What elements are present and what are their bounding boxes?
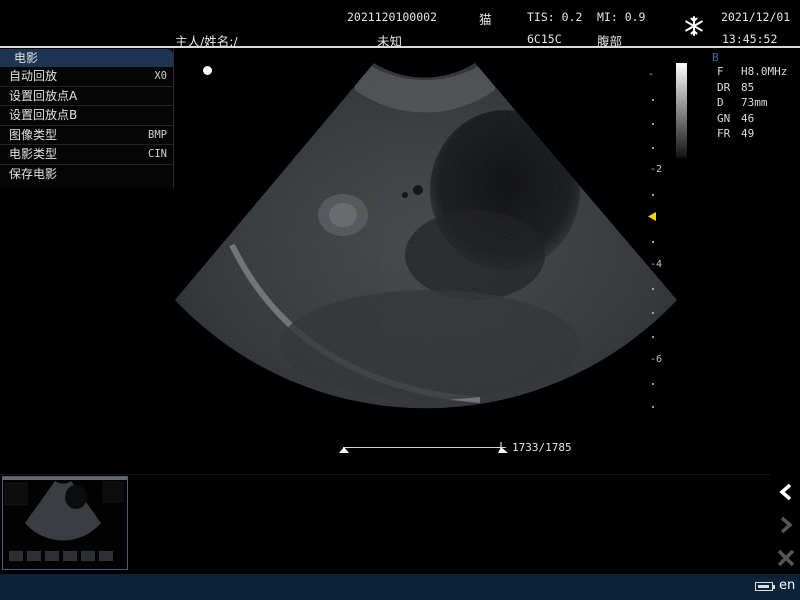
cine-thumbnail[interactable] <box>2 476 128 570</box>
depth-tick <box>652 194 654 196</box>
menu-item-set-point-b[interactable]: 设置回放点B <box>0 106 173 126</box>
tis-value: TIS: 0.2 <box>527 10 583 24</box>
imaging-params: B F H8.0MHz DR 85 D 73mm GN 46 FR 49 <box>712 51 787 143</box>
depth-tick <box>652 336 654 338</box>
menu-item-label: 保存电影 <box>9 166 58 181</box>
menu-item-label: 设置回放点A <box>9 88 78 103</box>
exam-time: 13:45:52 <box>722 32 778 46</box>
species-label: 猫 <box>479 12 492 27</box>
menu-item-label: 设置回放点B <box>9 108 78 123</box>
param-row: F H8.0MHz <box>712 65 787 81</box>
close-button[interactable] <box>772 542 800 574</box>
chevron-left-icon <box>779 483 792 501</box>
param-key: DR <box>717 80 731 94</box>
cine-end-marker[interactable] <box>498 442 510 454</box>
param-key: F <box>717 65 724 78</box>
next-button[interactable] <box>772 509 800 541</box>
depth-tick <box>652 99 654 101</box>
depth-scale-label: -6 <box>650 354 663 365</box>
menu-item-label: 图像类型 <box>9 127 58 142</box>
status-bar: en <box>0 574 800 600</box>
mi-value: MI: 0.9 <box>597 10 646 24</box>
chevron-right-icon <box>780 516 793 534</box>
gray-scale-bar <box>676 63 687 158</box>
menu-item-save-cine[interactable]: 保存电影 <box>0 165 173 185</box>
param-key: D <box>717 96 724 109</box>
cine-menu-title: 电影 <box>0 49 173 67</box>
param-row: DR 85 <box>712 81 754 97</box>
param-row: FR 49 <box>712 127 754 143</box>
menu-item-image-type[interactable]: 图像类型 BMP <box>0 126 173 146</box>
menu-item-cine-type[interactable]: 电影类型 CIN <box>0 145 173 165</box>
depth-tick <box>652 123 654 125</box>
menu-item-label: 自动回放 <box>9 69 58 83</box>
focus-marker-icon[interactable] <box>648 212 656 221</box>
ultrasound-image[interactable] <box>160 55 700 430</box>
depth-tick <box>652 383 654 385</box>
mode-label: B <box>712 51 719 64</box>
depth-scale-label: -4 <box>650 259 663 270</box>
depth-scale-label: - <box>648 69 655 80</box>
param-value: 73mm <box>741 96 768 109</box>
param-row: GN 46 <box>712 112 754 128</box>
param-value: H8.0MHz <box>741 65 788 78</box>
probe-name: 6C15C <box>527 32 562 46</box>
depth-tick <box>652 288 654 290</box>
depth-tick <box>652 406 654 408</box>
patient-id: 2021120100002 <box>347 10 438 24</box>
language-indicator[interactable]: en <box>779 578 795 593</box>
header-divider <box>0 46 800 48</box>
depth-tick <box>652 147 654 149</box>
depth-scale-label: -2 <box>650 164 663 175</box>
cine-menu: 电影 自动回放 X0 设置回放点A 设置回放点B 图像类型 BMP 电影类型 C… <box>0 49 174 188</box>
param-value: 85 <box>741 80 755 94</box>
cine-progress-track[interactable] <box>343 447 506 448</box>
param-value: 46 <box>741 111 755 125</box>
menu-item-auto-replay[interactable]: 自动回放 X0 <box>0 67 173 87</box>
param-key: FR <box>717 127 731 140</box>
depth-tick <box>652 312 654 314</box>
param-value: 49 <box>741 127 755 140</box>
cine-start-marker[interactable] <box>339 447 349 453</box>
menu-item-label: 电影类型 <box>9 147 58 162</box>
back-button[interactable] <box>772 476 800 508</box>
snowflake-icon <box>684 16 704 36</box>
param-key: GN <box>717 111 731 125</box>
exam-date: 2021/12/01 <box>721 10 791 24</box>
header-bar: 2021120100002 猫 TIS: 0.2 MI: 0.9 2021/12… <box>0 0 800 49</box>
depth-tick <box>652 241 654 243</box>
close-icon <box>777 549 795 567</box>
param-row: D 73mm <box>712 96 768 112</box>
battery-icon <box>755 582 775 591</box>
cine-frame-counter: 1733/1785 <box>512 441 572 454</box>
menu-item-set-point-a[interactable]: 设置回放点A <box>0 87 173 107</box>
